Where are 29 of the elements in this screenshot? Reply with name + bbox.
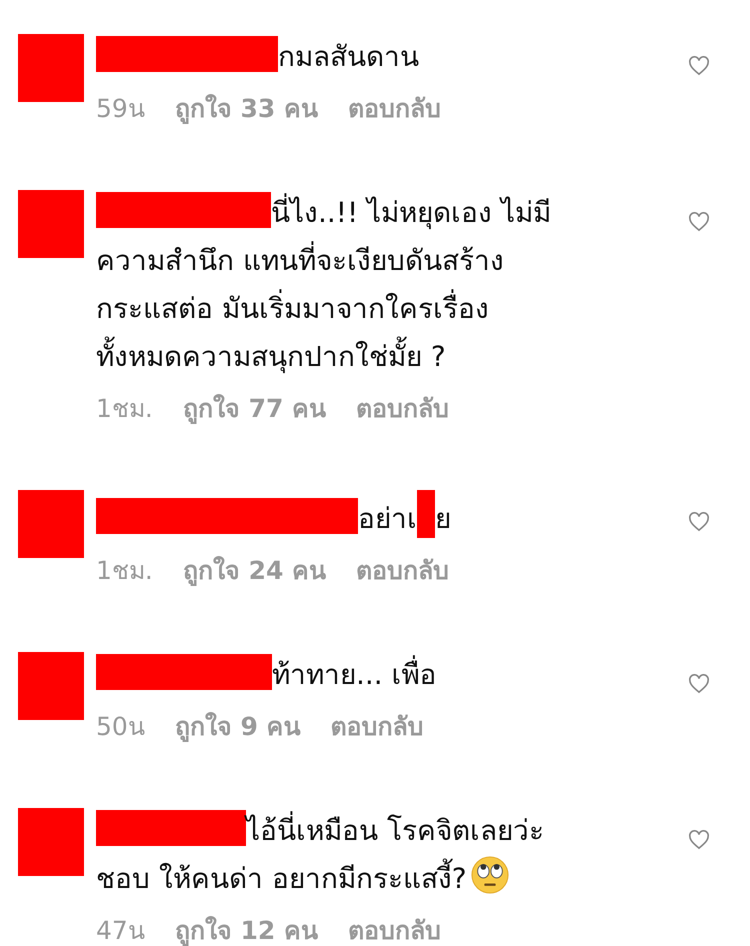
reply-link[interactable]: ตอบกลับ bbox=[348, 88, 442, 128]
reply-link[interactable]: ตอบกลับ bbox=[348, 910, 442, 946]
redaction-box bbox=[18, 490, 84, 558]
comment-time: 47น bbox=[96, 915, 145, 946]
likes-count[interactable]: ถูกใจ 77 คน bbox=[182, 388, 326, 428]
redaction-box bbox=[18, 34, 84, 102]
reply-link[interactable]: ตอบกลับ bbox=[356, 388, 450, 428]
likes-count[interactable]: ถูกใจ 9 คน bbox=[174, 706, 301, 746]
redaction-box bbox=[18, 652, 84, 720]
comment-text: กมลสันดาน bbox=[278, 40, 419, 73]
comment-time: 1ชม. bbox=[96, 555, 153, 587]
heart-icon[interactable] bbox=[688, 212, 710, 232]
heart-icon[interactable] bbox=[688, 56, 710, 76]
reply-link[interactable]: ตอบกลับ bbox=[330, 706, 424, 746]
heart-icon[interactable] bbox=[688, 674, 710, 694]
comment-time: 59น bbox=[96, 93, 145, 125]
redaction-box bbox=[18, 190, 84, 258]
comment-time: 1ชม. bbox=[96, 393, 153, 425]
comment-text: อย่าเ bbox=[358, 502, 417, 535]
heart-icon[interactable] bbox=[688, 512, 710, 532]
reply-link[interactable]: ตอบกลับ bbox=[356, 550, 450, 590]
redaction-box bbox=[18, 808, 84, 876]
heart-icon[interactable] bbox=[688, 830, 710, 850]
comment-text: ย bbox=[435, 502, 451, 535]
likes-count[interactable]: ถูกใจ 12 คน bbox=[174, 910, 318, 946]
likes-count[interactable]: ถูกใจ 24 คน bbox=[182, 550, 326, 590]
redaction-box bbox=[417, 490, 435, 538]
comment-time: 50น bbox=[96, 711, 145, 743]
likes-count[interactable]: ถูกใจ 33 คน bbox=[174, 88, 318, 128]
